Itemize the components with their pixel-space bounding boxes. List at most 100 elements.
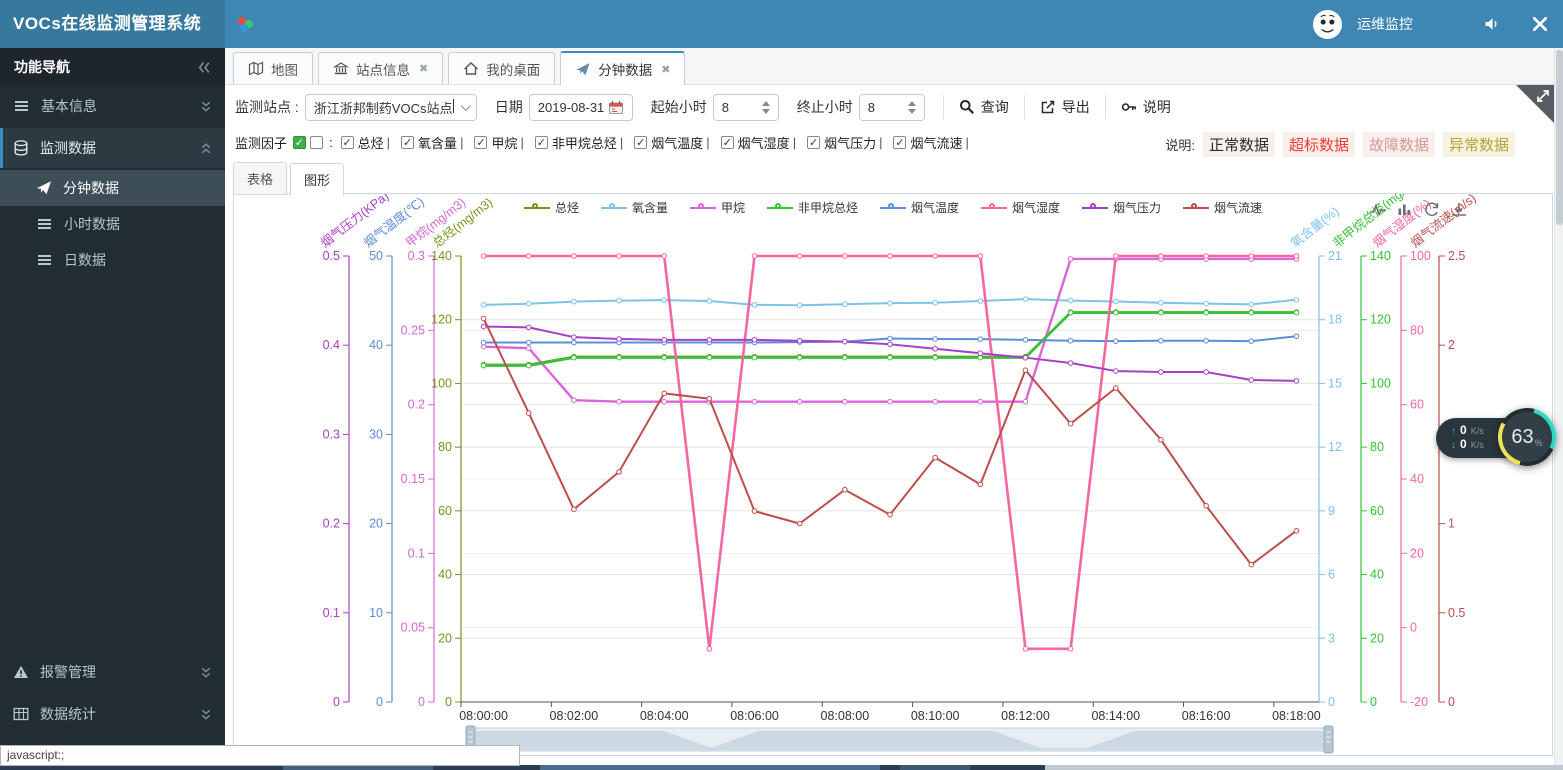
- checkbox-checked[interactable]: ✓: [721, 136, 734, 149]
- sidebar-item-data-statistics[interactable]: 数据统计: [0, 694, 225, 734]
- y-tick-label: 21: [1328, 249, 1342, 263]
- page-scrollbar[interactable]: [1554, 48, 1563, 770]
- legend-item-2[interactable]: 甲烷: [690, 199, 745, 216]
- sidebar-item-minute-data[interactable]: 分钟数据: [0, 170, 225, 206]
- avatar[interactable]: [1312, 9, 1343, 40]
- tab-map[interactable]: 地图: [233, 52, 313, 84]
- expand-corner-button[interactable]: [1516, 85, 1556, 125]
- data-point: [526, 301, 531, 306]
- spinner-arrows-icon[interactable]: [762, 101, 770, 114]
- tab-minute-data[interactable]: 分钟数据 ✖: [560, 51, 685, 85]
- data-point: [1249, 310, 1254, 315]
- export-button[interactable]: 导出: [1024, 95, 1105, 119]
- legend-item-1[interactable]: 氧含量: [601, 199, 668, 216]
- checkbox-checked[interactable]: ✓: [401, 136, 414, 149]
- factor-name: 氧含量: [418, 133, 457, 152]
- help-button[interactable]: 说明: [1105, 95, 1186, 119]
- factor-item-5[interactable]: ✓烟气湿度|: [721, 133, 803, 152]
- station-select[interactable]: 浙江浙邦制药VOCs站点: [305, 94, 477, 121]
- y-tick-label: 0.25: [401, 323, 425, 337]
- line-chart-icon[interactable]: [1369, 201, 1387, 218]
- y-tick-label: 80: [1410, 323, 1424, 337]
- datazoom-handle[interactable]: [1324, 726, 1333, 753]
- legend-item-0[interactable]: 总烃: [524, 199, 579, 216]
- query-button[interactable]: 查询: [943, 95, 1024, 119]
- y-tick-label: -20: [1410, 695, 1428, 709]
- factor-item-2[interactable]: ✓甲烷|: [474, 133, 530, 152]
- factor-name: 烟气温度: [651, 133, 703, 152]
- home-icon: [463, 61, 479, 76]
- legend-marker-icon: [524, 202, 550, 214]
- data-point: [1068, 647, 1073, 652]
- sidebar-item-basic-info[interactable]: 基本信息: [0, 86, 225, 126]
- x-tick-label: 08:02:00: [550, 709, 599, 723]
- scrollbar-thumb[interactable]: [1556, 50, 1563, 225]
- user-menu[interactable]: 运维监控: [1357, 14, 1413, 34]
- end-hour-stepper[interactable]: 8: [859, 94, 925, 121]
- tab-site-info[interactable]: 站点信息 ✖: [318, 52, 443, 84]
- sidebar-item-hour-data[interactable]: 小时数据: [0, 206, 225, 242]
- restore-icon[interactable]: [1423, 201, 1441, 218]
- checkbox-checked[interactable]: ✓: [535, 136, 548, 149]
- chevron-double-down-icon: [200, 666, 212, 679]
- download-icon[interactable]: [1450, 201, 1468, 218]
- calendar-icon[interactable]: [608, 100, 624, 115]
- y-tick-label: 0.4: [323, 338, 340, 352]
- factor-item-4[interactable]: ✓ 烟气温度|: [634, 133, 716, 152]
- y-tick-label: 140: [431, 249, 452, 263]
- tab-table-view[interactable]: 表格: [233, 162, 287, 195]
- factor-item-1[interactable]: ✓氧含量|: [401, 133, 470, 152]
- legend-item-3[interactable]: 非甲烷总烃: [767, 199, 858, 216]
- start-hour-label: 起始小时: [651, 97, 707, 117]
- factor-item-3[interactable]: ✓非甲烷总烃|: [535, 133, 630, 152]
- spinner-arrows-icon[interactable]: [908, 101, 916, 114]
- y-tick-label: 0: [1370, 695, 1377, 709]
- legend-item-5[interactable]: 烟气湿度: [981, 199, 1060, 216]
- tab-label: 地图: [271, 59, 298, 79]
- data-point: [752, 355, 757, 360]
- checkbox-checked[interactable]: ✓: [893, 136, 906, 149]
- progress-circle[interactable]: 63 %: [1498, 408, 1556, 466]
- factor-item-7[interactable]: ✓烟气流速|: [893, 133, 975, 152]
- legend-item-6[interactable]: 烟气压力: [1082, 199, 1161, 216]
- paper-plane-icon: [36, 180, 52, 196]
- checkbox-checked[interactable]: ✓: [474, 136, 487, 149]
- data-point: [481, 316, 486, 321]
- tab-my-desktop[interactable]: 我的桌面: [448, 52, 555, 84]
- data-point: [843, 355, 848, 360]
- upload-arrow-icon: ↑: [1451, 427, 1456, 437]
- start-hour-stepper[interactable]: 8: [713, 94, 779, 121]
- tab-chart-view[interactable]: 图形: [290, 163, 344, 196]
- data-point: [1023, 399, 1028, 404]
- sidebar-item-monitor-data[interactable]: 监测数据: [0, 128, 225, 168]
- end-hour-value: 8: [868, 100, 875, 115]
- legend-item-7[interactable]: 烟气流速: [1183, 199, 1262, 216]
- data-point: [617, 337, 622, 342]
- tab-close-icon[interactable]: ✖: [661, 63, 670, 76]
- tab-close-icon[interactable]: ✖: [419, 62, 428, 75]
- checkbox-checked[interactable]: ✓: [634, 136, 647, 149]
- chart-canvas[interactable]: 00.10.20.30.40.5烟气压力(KPa)01020304050烟气温度…: [234, 194, 1554, 757]
- sidebar-collapse-icon[interactable]: [197, 61, 211, 74]
- legend-item-4[interactable]: 烟气温度: [880, 199, 959, 216]
- volume-icon[interactable]: [1483, 16, 1501, 32]
- checkbox-checked[interactable]: ✓: [341, 136, 354, 149]
- close-icon[interactable]: [1531, 16, 1549, 32]
- sidebar-item-alarm-management[interactable]: 报警管理: [0, 652, 225, 692]
- y-tick-label: 80: [438, 440, 452, 454]
- data-point: [933, 346, 938, 351]
- factor-item-0[interactable]: ✓总烃|: [341, 133, 397, 152]
- select-all-checkbox[interactable]: ✓: [293, 136, 306, 149]
- x-tick-label: 08:10:00: [911, 709, 960, 723]
- data-point: [572, 507, 577, 512]
- checkbox-checked[interactable]: ✓: [807, 136, 820, 149]
- data-point: [797, 355, 802, 360]
- separator: |: [706, 135, 709, 150]
- factor-item-6[interactable]: ✓烟气压力|: [807, 133, 889, 152]
- network-speed-widget[interactable]: ↑ 0 K/s ↓ 0 K/s 63 %: [1436, 417, 1556, 459]
- date-input[interactable]: 2019-08-31: [529, 94, 633, 121]
- bar-chart-icon[interactable]: [1396, 201, 1414, 218]
- sidebar-item-day-data[interactable]: 日数据: [0, 242, 225, 278]
- select-none-checkbox[interactable]: [310, 136, 323, 149]
- data-point: [978, 482, 983, 487]
